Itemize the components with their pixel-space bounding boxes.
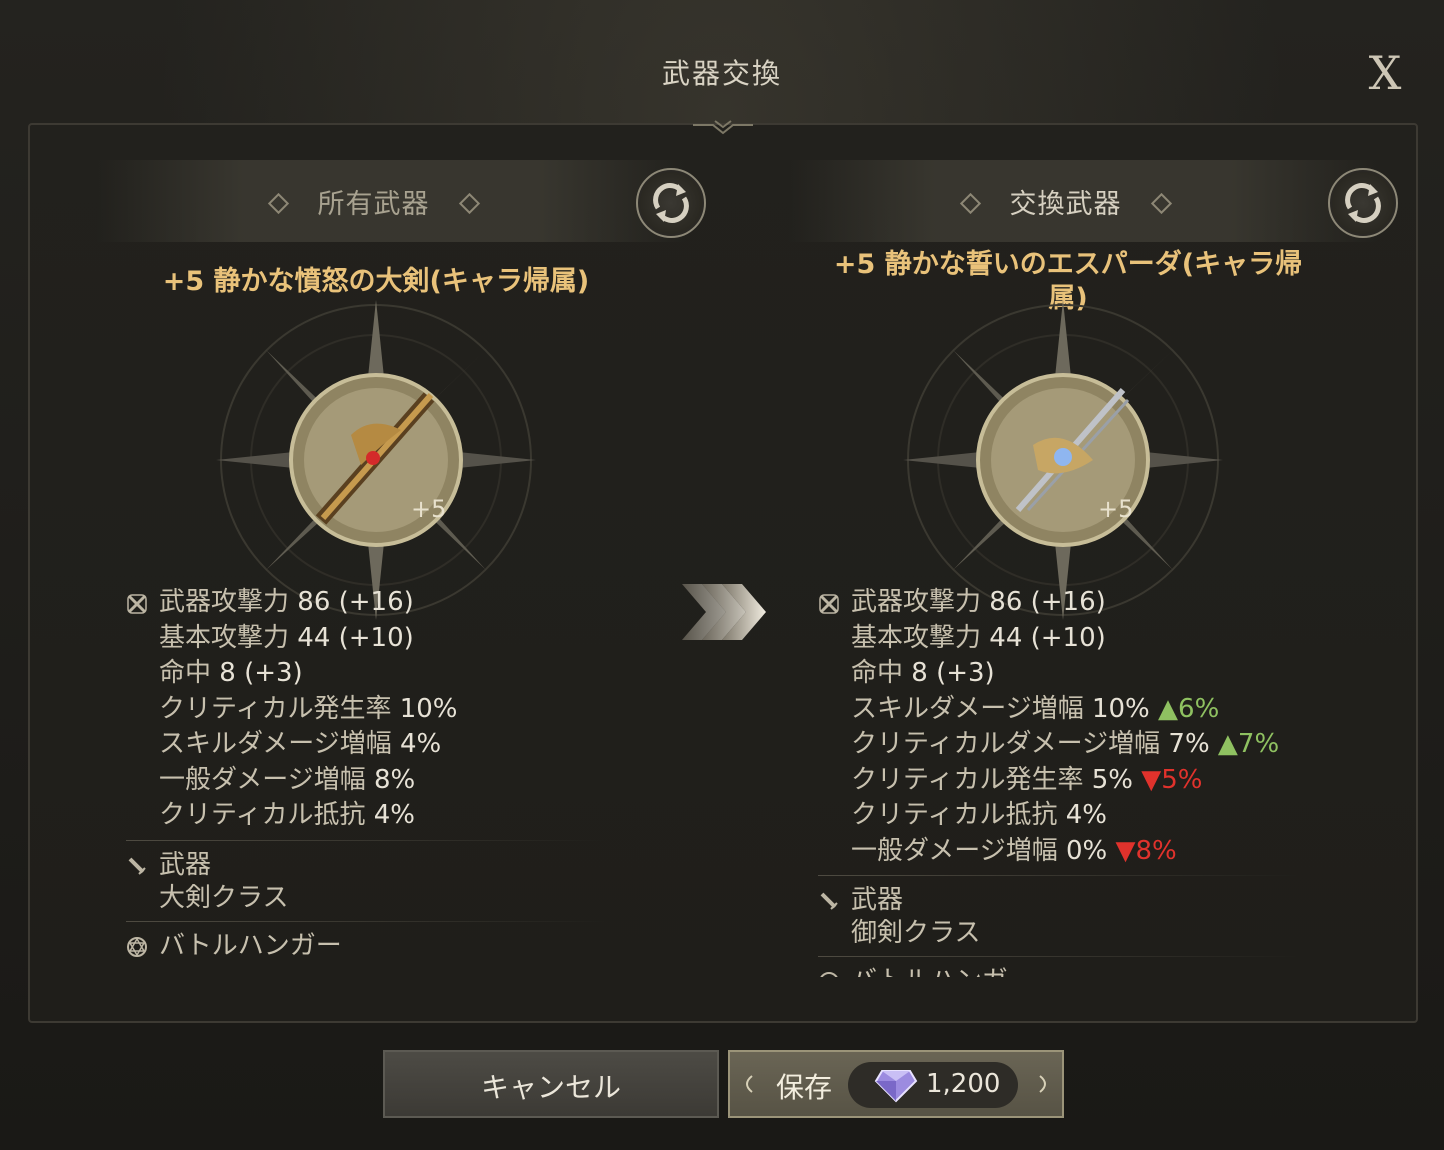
stat-row: 命中 8 (+3) bbox=[851, 658, 995, 688]
refresh-icon bbox=[653, 183, 689, 223]
hexagram-icon bbox=[127, 936, 147, 957]
refresh-button[interactable] bbox=[636, 168, 706, 238]
hexagram-icon bbox=[820, 972, 838, 977]
enhance-badge: +5 bbox=[411, 495, 446, 523]
dialog-title: 武器交換 bbox=[661, 57, 782, 90]
divider bbox=[818, 956, 1298, 957]
diamond-icon bbox=[267, 192, 289, 215]
stat-row: 武器攻撃力 86 (+16) bbox=[818, 585, 1298, 621]
diamond-icon bbox=[959, 192, 981, 215]
exchange-weapon-header-label: 交換武器 bbox=[1009, 189, 1122, 220]
weapon-class: 御剣クラス bbox=[851, 918, 981, 948]
crossed-swords-icon bbox=[819, 594, 839, 614]
espada-emblem: +5 bbox=[903, 300, 1223, 620]
sword-icon bbox=[128, 857, 146, 875]
stat-row: クリティカル発生率 10% bbox=[159, 693, 458, 724]
battle-hunger: バトルハンガー bbox=[126, 930, 606, 963]
stat-row: スキルダメージ増幅 10% ▲6% bbox=[851, 693, 1220, 724]
diamond-icon bbox=[458, 192, 480, 215]
owned-weapon-header-label: 所有武器 bbox=[317, 189, 430, 220]
decrease-indicator: ▼8% bbox=[1115, 835, 1177, 866]
enhance-badge: +5 bbox=[1098, 495, 1133, 523]
decrease-indicator: ▼5% bbox=[1141, 764, 1203, 795]
stat-row: スキルダメージ増幅 4% bbox=[159, 729, 442, 759]
save-button[interactable]: 保存 1,200 bbox=[728, 1050, 1064, 1118]
greatsword-emblem: +5 bbox=[216, 300, 536, 620]
stat-row: 命中 8 (+3) bbox=[159, 658, 303, 688]
owned-weapon-stats: 武器攻撃力 86 (+16) 基本攻撃力 44 (+10) 命中 8 (+3) … bbox=[126, 585, 606, 963]
exchange-weapon-panel: 交換武器 +5 静かな誓いのエスパーダ(キャラ帰 属) +5 武器攻撃力 86 … bbox=[788, 160, 1398, 977]
cost-value: 1,200 bbox=[926, 1069, 1001, 1099]
frame-ornament-icon bbox=[693, 120, 753, 135]
ornament-icon bbox=[746, 1075, 753, 1093]
divider bbox=[126, 920, 606, 922]
increase-indicator: ▲7% bbox=[1217, 729, 1280, 759]
owned-weapon-header: 所有武器 bbox=[96, 160, 706, 242]
stat-row: クリティカル抵抗 4% bbox=[851, 800, 1107, 830]
divider bbox=[126, 839, 606, 841]
cost-pill: 1,200 bbox=[848, 1062, 1018, 1108]
owned-weapon-name: +5 静かな憤怒の大剣(キャラ帰属) bbox=[162, 266, 590, 297]
ornament-icon bbox=[1039, 1075, 1046, 1093]
diamond-icon bbox=[1150, 192, 1172, 215]
exchange-arrow-icon bbox=[682, 584, 766, 640]
stat-row: 武器攻撃力 86 (+16) bbox=[126, 585, 606, 621]
weapon-class: 大剣クラス bbox=[159, 882, 289, 913]
diamond-gem-icon bbox=[874, 1070, 918, 1103]
stat-row: クリティカル抵抗 4% bbox=[159, 800, 415, 830]
cancel-button[interactable]: キャンセル bbox=[383, 1050, 719, 1118]
weapon-exchange-dialog: 武器交換 X 所有武器 +5 静かな憤怒の大剣(キャラ帰属) +5 武器攻撃力 … bbox=[0, 0, 1444, 1150]
stat-row: 基本攻撃力 44 (+10) bbox=[159, 622, 414, 653]
weapon-category: 武器 bbox=[818, 884, 1298, 917]
stat-row: クリティカル発生率 5% ▼5% bbox=[851, 764, 1203, 795]
exchange-weapon-header: 交換武器 bbox=[788, 160, 1398, 242]
refresh-icon bbox=[1345, 183, 1381, 223]
stat-row: 基本攻撃力 44 (+10) bbox=[851, 622, 1106, 653]
sword-icon bbox=[820, 892, 838, 910]
stat-row: クリティカルダメージ増幅 7% ▲7% bbox=[851, 729, 1280, 759]
exchange-weapon-stats: 武器攻撃力 86 (+16) 基本攻撃力 44 (+10) 命中 8 (+3) … bbox=[818, 585, 1298, 977]
increase-indicator: ▲6% bbox=[1158, 693, 1220, 724]
stat-row: 一般ダメージ増幅 0% ▼8% bbox=[851, 835, 1177, 866]
stat-row: 一般ダメージ増幅 8% bbox=[159, 764, 416, 795]
divider bbox=[818, 875, 1298, 876]
refresh-button[interactable] bbox=[1328, 168, 1398, 238]
close-button[interactable]: X bbox=[1362, 50, 1408, 96]
battle-hunger-partial: バトルハンガ bbox=[818, 965, 1298, 977]
crossed-swords-icon bbox=[127, 594, 147, 614]
owned-weapon-panel: 所有武器 +5 静かな憤怒の大剣(キャラ帰属) +5 武器攻撃力 86 (+16… bbox=[96, 160, 706, 961]
weapon-category: 武器 bbox=[126, 849, 606, 882]
